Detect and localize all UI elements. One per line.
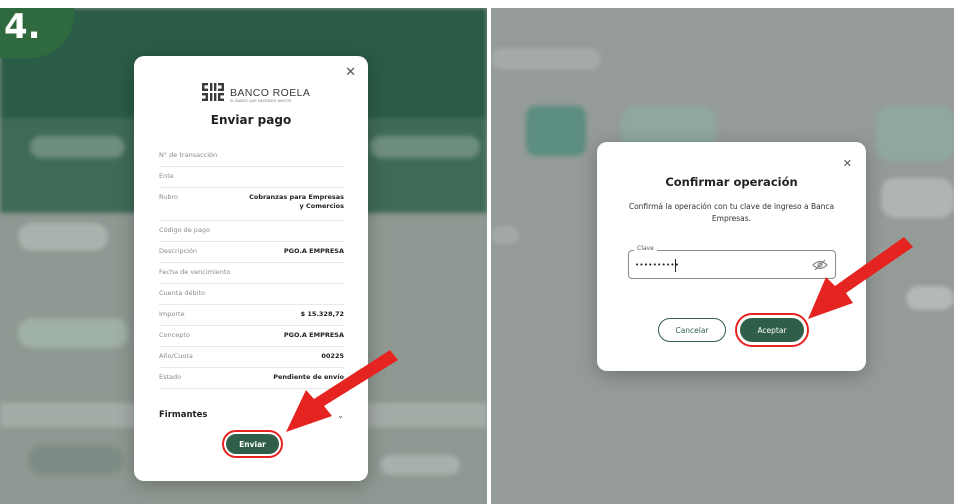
detail-row: Concepto PGO.A EMPRESA xyxy=(159,326,344,347)
detail-row: Estado Pendiente de envío xyxy=(159,368,344,389)
detail-label: Descripción xyxy=(159,247,198,255)
detail-label: Importe xyxy=(159,310,185,318)
password-field-label: Clave xyxy=(634,245,657,252)
bank-name: BANCO ROELA xyxy=(230,87,311,99)
close-icon[interactable]: ✕ xyxy=(345,66,356,79)
text-caret xyxy=(675,259,676,272)
detail-label: Concepto xyxy=(159,331,190,339)
left-step-panel: ✕ BANCO ROELA EL BANCO QUE HACEMOS JUNTO… xyxy=(0,8,487,504)
detail-row: Ente xyxy=(159,167,344,188)
detail-row: Descripción PGO.A EMPRESA xyxy=(159,242,344,263)
confirm-operation-modal: ✕ Confirmar operación Confirmá la operac… xyxy=(597,142,866,371)
chevron-down-icon[interactable]: ⌄ xyxy=(337,411,344,420)
detail-label: Ente xyxy=(159,172,174,180)
close-icon[interactable]: ✕ xyxy=(843,158,852,169)
bank-logo: BANCO ROELA EL BANCO QUE HACEMOS JUNTOS xyxy=(201,82,311,104)
password-field[interactable]: Clave xyxy=(628,245,836,279)
bank-tagline: EL BANCO QUE HACEMOS JUNTOS xyxy=(230,99,292,103)
detail-row: Fecha de vencimiento xyxy=(159,263,344,284)
confirm-message: Confirmá la operación con tu clave de in… xyxy=(628,202,835,223)
detail-row: Código de pago xyxy=(159,221,344,242)
detail-label: Cuenta débito xyxy=(159,289,205,297)
step-number: 4. xyxy=(4,8,41,47)
detail-value: PGO.A EMPRESA xyxy=(283,331,344,339)
detail-value: $ 15.328,72 xyxy=(300,310,344,318)
detail-label: Código de pago xyxy=(159,226,211,234)
firmantes-label: Firmantes xyxy=(159,410,208,420)
modal-title: Confirmar operación xyxy=(665,175,798,189)
payment-detail-list: N° de transacción Ente Rubro Cobranzas para… xyxy=(159,146,344,389)
modal-title: Enviar pago xyxy=(210,113,292,127)
detail-value: Pendiente de envío xyxy=(273,373,344,381)
accept-button[interactable]: Aceptar xyxy=(735,313,809,347)
detail-row: Importe $ 15.328,72 xyxy=(159,305,344,326)
send-payment-modal: ✕ BANCO ROELA EL BANCO QUE HACEMOS JUNTO… xyxy=(134,56,368,481)
detail-label: Estado xyxy=(159,373,182,381)
detail-label: N° de transacción xyxy=(159,151,218,159)
panel-divider xyxy=(487,0,491,504)
detail-value: PGO.A EMPRESA xyxy=(283,247,344,255)
detail-row: Cuenta débito xyxy=(159,284,344,305)
send-button[interactable]: Enviar xyxy=(222,430,283,458)
detail-row: Año/Cuota 00225 xyxy=(159,347,344,368)
eye-off-icon[interactable] xyxy=(812,259,828,271)
password-input[interactable] xyxy=(635,259,805,271)
detail-label: Fecha de vencimiento xyxy=(159,268,231,276)
bank-logo-icon xyxy=(202,83,224,101)
top-border xyxy=(0,0,954,8)
cancel-button[interactable]: Cancelar xyxy=(658,318,726,342)
firmantes-section[interactable]: Firmantes ⌄ xyxy=(159,410,344,420)
detail-label: Año/Cuota xyxy=(159,352,193,360)
detail-value: 00225 xyxy=(321,352,344,360)
detail-row: Rubro Cobranzas para Empresas y Comercios xyxy=(159,188,344,221)
detail-value: Cobranzas para Empresas y Comercios xyxy=(249,193,344,210)
right-step-panel: ✕ Confirmar operación Confirmá la operac… xyxy=(491,8,954,504)
detail-label: Rubro xyxy=(159,193,178,201)
detail-row: N° de transacción xyxy=(159,146,344,167)
